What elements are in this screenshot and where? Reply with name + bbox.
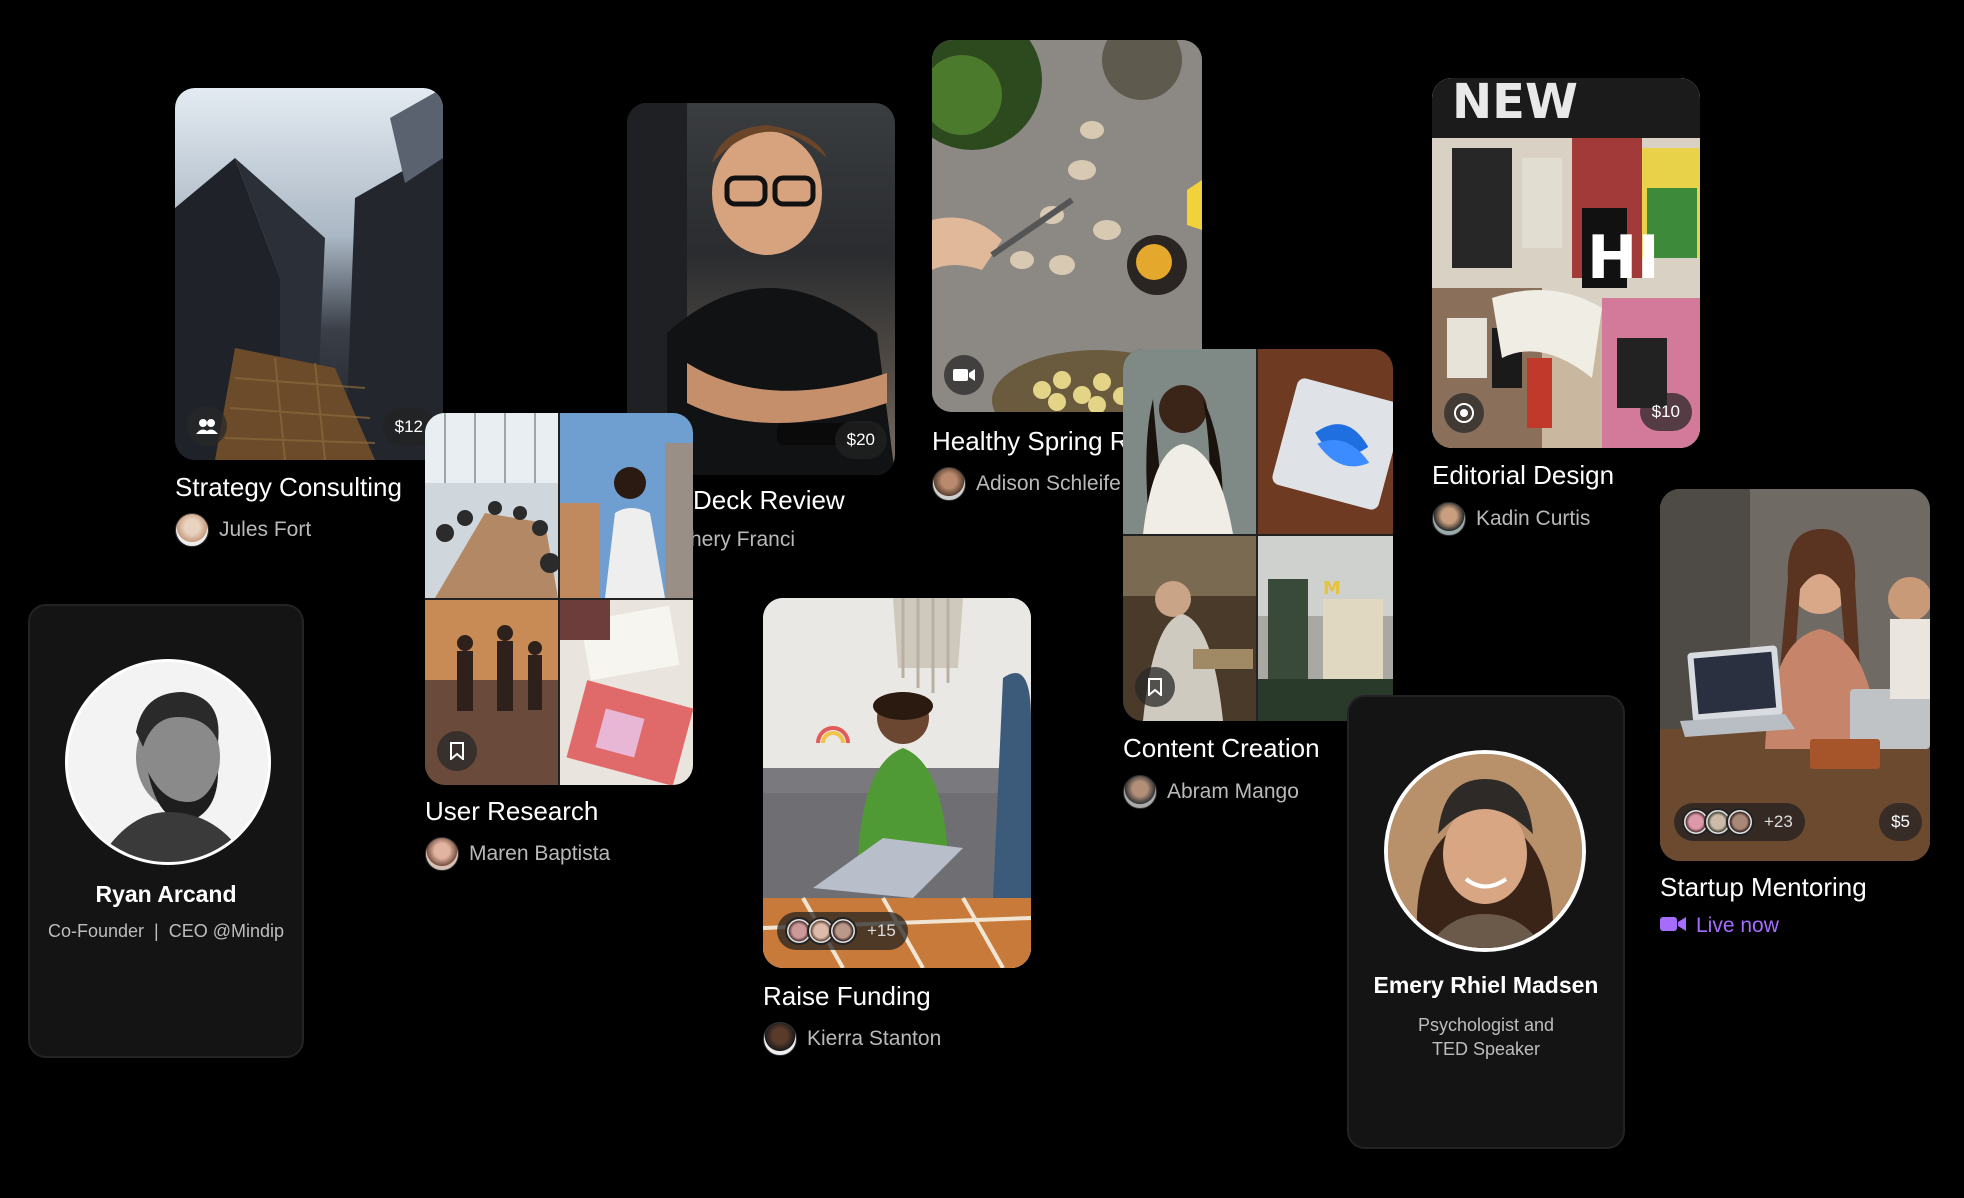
avatar: [1123, 775, 1157, 809]
card-author[interactable]: Kadin Curtis: [1432, 502, 1590, 536]
profile-card-emery[interactable]: Emery Rhiel Madsen Psychologist and TED …: [1347, 695, 1625, 1149]
attendee-stack[interactable]: +15: [777, 912, 908, 950]
profile-name: Emery Rhiel Madsen: [1373, 972, 1599, 998]
card-author[interactable]: Abram Mango: [1123, 775, 1299, 809]
attendee-avatar: [1726, 808, 1754, 836]
attendee-avatar: [829, 917, 857, 945]
profile-role: Co-Founder | CEO @Mindip: [47, 921, 285, 941]
avatar: [425, 837, 459, 871]
card-title[interactable]: Strategy Consulting: [175, 472, 402, 503]
profile-role-line1: Psychologist and: [1417, 1015, 1555, 1035]
author-name: Jules Fort: [219, 518, 312, 541]
video-icon: [944, 355, 984, 395]
card-title[interactable]: Deck Review: [693, 485, 845, 516]
user-research-image[interactable]: [425, 413, 693, 785]
author-name: Maren Baptista: [469, 842, 611, 865]
price-badge: $20: [834, 421, 887, 459]
svg-text:M: M: [1323, 578, 1341, 599]
card-author[interactable]: Kierra Stanton: [763, 1022, 941, 1056]
svg-text:NEW: NEW: [1452, 78, 1578, 130]
live-status[interactable]: Live now: [1660, 914, 1779, 938]
content-creation-image[interactable]: M: [1123, 349, 1393, 721]
attendee-count: +15: [867, 921, 896, 940]
bookmark-icon: [437, 731, 477, 771]
profile-card-ryan[interactable]: Ryan Arcand Co-Founder | CEO @Mindip: [28, 604, 304, 1058]
price-badge: $10: [1639, 393, 1692, 431]
avatar: [65, 659, 271, 865]
webcam-icon: [1444, 393, 1484, 433]
card-author[interactable]: Adison Schleife: [932, 467, 1121, 501]
raise-funding-image[interactable]: +15: [763, 598, 1031, 968]
live-label: Live now: [1696, 914, 1779, 937]
card-title[interactable]: User Research: [425, 796, 598, 827]
card-title[interactable]: Raise Funding: [763, 981, 931, 1012]
editorial-design-image[interactable]: NEW HI $10: [1432, 78, 1700, 448]
card-author[interactable]: Maren Baptista: [425, 837, 610, 871]
author-name: Kadin Curtis: [1476, 507, 1591, 530]
card-author[interactable]: hery Franci: [690, 528, 795, 552]
card-title[interactable]: Startup Mentoring: [1660, 872, 1867, 903]
avatar: [763, 1022, 797, 1056]
card-author[interactable]: Jules Fort: [175, 513, 311, 547]
group-icon: [187, 406, 227, 446]
card-title[interactable]: Editorial Design: [1432, 460, 1614, 491]
price-badge: $5: [1879, 803, 1922, 841]
avatar: [1432, 502, 1466, 536]
author-name: Kierra Stanton: [807, 1027, 942, 1050]
avatar: [175, 513, 209, 547]
attendee-count: +23: [1764, 812, 1793, 831]
avatar: [932, 467, 966, 501]
card-title[interactable]: Content Creation: [1123, 733, 1320, 764]
author-name: Adison Schleife: [976, 472, 1121, 495]
attendee-stack[interactable]: +23: [1674, 803, 1805, 841]
video-icon: [1660, 914, 1686, 938]
avatar: [1384, 750, 1586, 952]
bookmark-icon: [1135, 667, 1175, 707]
profile-name: Ryan Arcand: [95, 881, 237, 907]
startup-mentoring-image[interactable]: +23 $5: [1660, 489, 1930, 861]
svg-text:HI: HI: [1587, 223, 1660, 293]
strategy-consulting-image[interactable]: $12: [175, 88, 443, 460]
author-name: Abram Mango: [1167, 780, 1299, 803]
profile-role-line2: TED Speaker: [1431, 1039, 1541, 1059]
author-name: hery Franci: [690, 528, 796, 551]
card-title[interactable]: Healthy Spring Re: [932, 426, 1124, 457]
